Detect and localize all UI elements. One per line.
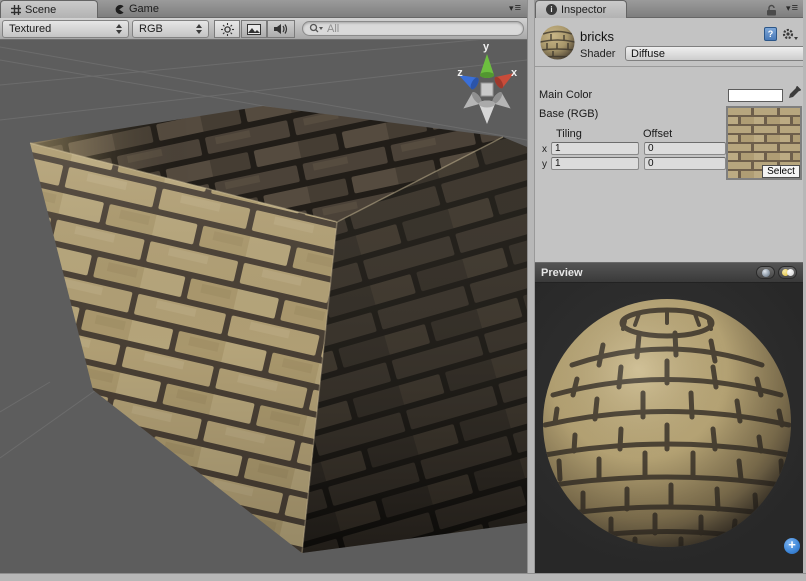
tab-inspector-label: Inspector — [561, 4, 606, 16]
audio-toggle-button[interactable] — [267, 20, 295, 38]
tiling-y-field[interactable] — [551, 157, 639, 170]
material-preview-area[interactable]: + — [535, 283, 803, 573]
tab-inspector[interactable]: i Inspector — [535, 0, 627, 18]
scene-panel-menu-icon[interactable]: ▾≡ — [509, 4, 521, 13]
scene-search[interactable] — [302, 21, 524, 36]
eyedropper-icon[interactable] — [786, 86, 801, 102]
gizmo-z-label: z — [457, 67, 463, 79]
inspector-tabbar: i Inspector ▾≡ — [535, 0, 803, 18]
shader-label: Shader — [580, 48, 615, 60]
render-mode-value: Textured — [9, 23, 51, 35]
sun-icon — [221, 23, 234, 36]
offset-x-field[interactable] — [644, 142, 726, 155]
shader-value: Diffuse — [631, 48, 665, 60]
search-input[interactable] — [327, 23, 517, 35]
render-mode-dropdown[interactable]: Textured — [2, 20, 129, 38]
channel-value: RGB — [139, 23, 163, 35]
scene-tabbar: Scene Game ▾≡ — [0, 0, 527, 18]
gizmo-center-cube[interactable] — [481, 83, 493, 96]
scene-toolbar: Textured RGB — [0, 18, 527, 40]
shader-dropdown[interactable]: Diffuse — [625, 46, 806, 61]
tiling-header: Tiling — [556, 128, 582, 140]
gizmo-y-axis[interactable] — [480, 54, 494, 78]
base-rgb-label: Base (RGB) — [539, 108, 598, 120]
gear-icon[interactable] — [781, 27, 798, 41]
image-icon — [247, 24, 261, 35]
select-texture-button[interactable]: Select — [762, 165, 800, 178]
tab-scene[interactable]: Scene — [0, 0, 98, 18]
offset-y-field[interactable] — [644, 157, 726, 170]
scene-cube[interactable] — [30, 106, 527, 553]
gizmo-x-label: x — [511, 67, 518, 79]
lock-icon[interactable] — [766, 4, 777, 16]
inspector-content: bricks Shader Diffuse ? Main Color — [535, 18, 803, 262]
tab-scene-label: Scene — [25, 4, 56, 16]
preview-header: Preview — [535, 262, 803, 283]
channel-dropdown[interactable]: RGB — [132, 20, 209, 38]
inspector-panel-menu-icon[interactable]: ▾≡ — [786, 4, 798, 13]
orientation-gizmo[interactable]: y x z — [456, 41, 518, 124]
info-icon: i — [546, 4, 557, 15]
window-bottom-edge — [0, 573, 806, 581]
material-header: bricks Shader Diffuse ? — [535, 18, 803, 67]
render-overlay-button[interactable] — [241, 20, 267, 38]
grid-icon — [11, 5, 21, 15]
preview-lighting-button[interactable] — [778, 266, 797, 279]
main-color-swatch[interactable] — [728, 89, 783, 102]
light-off-icon — [787, 269, 794, 276]
updown-arrows-icon — [116, 24, 122, 34]
help-book-icon[interactable]: ? — [764, 27, 777, 41]
preview-mesh-button[interactable] — [756, 266, 775, 279]
base-texture-thumbnail[interactable]: Select — [726, 106, 802, 180]
scene-viewport[interactable]: y x z — [0, 40, 527, 573]
unity-editor-window: Scene Game ▾≡ Textured RGB — [0, 0, 806, 581]
panel-divider[interactable] — [527, 0, 535, 573]
sphere-icon — [762, 269, 770, 277]
search-icon — [309, 23, 323, 34]
offset-header: Offset — [643, 128, 672, 140]
scene-panel: Scene Game ▾≡ Textured RGB — [0, 0, 527, 573]
tiling-x-field[interactable] — [551, 142, 639, 155]
tab-game[interactable]: Game — [104, 0, 169, 18]
row-x-label: x — [542, 144, 547, 155]
scene-render: y x z — [0, 40, 527, 573]
updown-arrows-icon — [196, 24, 202, 34]
lighting-toggle-button[interactable] — [214, 20, 240, 38]
preview-sphere — [535, 283, 803, 573]
gizmo-y-label: y — [483, 41, 490, 53]
material-sphere-icon — [539, 24, 576, 61]
pacman-icon — [114, 4, 125, 15]
inspector-panel: i Inspector ▾≡ — [535, 0, 803, 573]
row-y-label: y — [542, 159, 547, 170]
tab-game-label: Game — [129, 3, 159, 15]
add-preview-button[interactable]: + — [784, 538, 800, 554]
preview-title: Preview — [541, 267, 583, 279]
material-name: bricks — [580, 29, 614, 44]
speaker-icon — [274, 23, 288, 35]
main-color-label: Main Color — [539, 89, 592, 101]
